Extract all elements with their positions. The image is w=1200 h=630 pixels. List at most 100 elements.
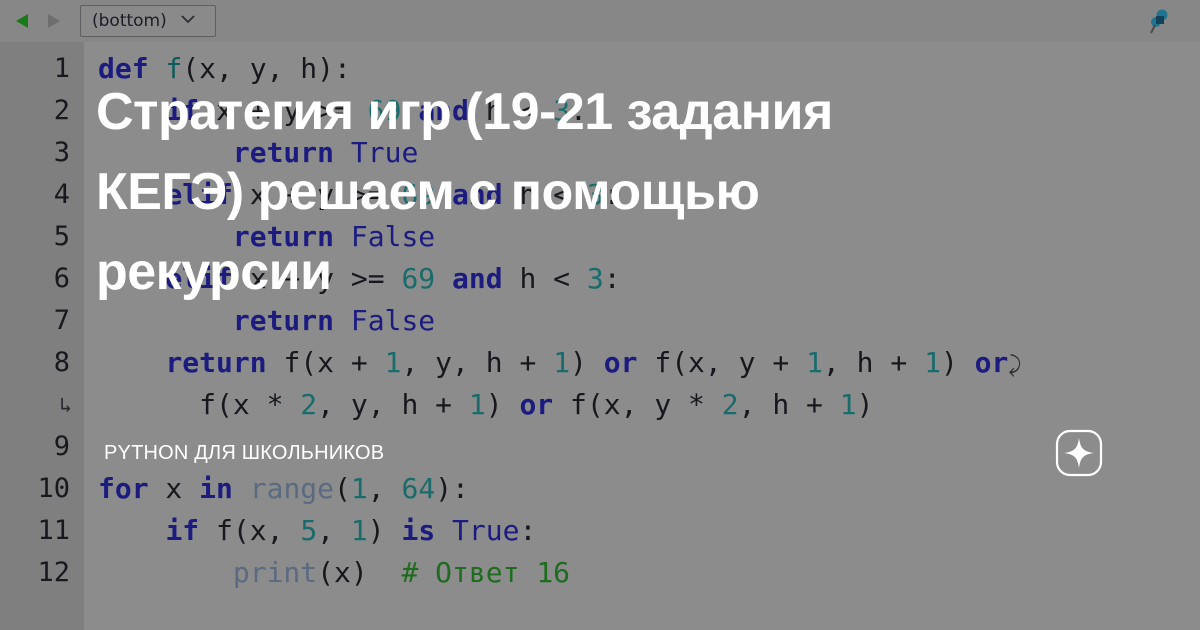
code-token: x + y >= (232, 262, 402, 295)
code-line: f(x * 2, y, h + 1) or f(x, y * 2, h + 1) (98, 384, 1200, 426)
code-line: elif x + y >= 69 and h < 3: (98, 174, 1200, 216)
code-token: 69 (367, 94, 402, 127)
line-number: 5 (53, 221, 70, 252)
code-token: ) (485, 388, 520, 421)
code-token: x (148, 472, 200, 505)
code-token: : (570, 94, 587, 127)
code-token: x + y >= (199, 94, 368, 127)
code-token: 2 (721, 388, 739, 421)
chevron-down-icon (179, 12, 197, 30)
code-token: in (199, 472, 233, 505)
code-token: (x, y, h): (182, 52, 351, 85)
code-token: h < (502, 262, 587, 295)
code-token: , (317, 514, 351, 547)
code-token: and (452, 262, 503, 295)
code-token: or (519, 388, 554, 421)
code-token: return (232, 304, 335, 337)
code-token: , h + (822, 346, 925, 379)
code-token: 69 (401, 178, 436, 211)
code-token: 5 (300, 514, 318, 547)
code-token: 1 (806, 346, 823, 379)
code-token: print (232, 556, 318, 589)
code-line: return False (98, 300, 1200, 342)
triangle-left-icon (13, 11, 33, 31)
code-token: return (165, 346, 267, 379)
brand-watermark: PYTHON ДЛЯ ШКОЛЬНИКОВ (104, 442, 385, 464)
line-number: 7 (53, 305, 70, 336)
screenshot-root: (bottom) 1 2 3 4 5 6 7 8 ↳ 9 10 11 12 def f(x, y, h)… (0, 0, 1200, 630)
line-number: 2 (53, 95, 70, 126)
line-number: 4 (53, 179, 70, 210)
code-line: return True (98, 132, 1200, 174)
code-line: for x in range(1, 64): (98, 468, 1200, 510)
code-token: 1 (553, 346, 571, 379)
code-area[interactable]: def f(x, y, h): if x + y >= 69 and h < 3… (84, 42, 1200, 630)
code-token: h < (502, 178, 587, 211)
code-token: 1 (350, 472, 368, 505)
line-wrap-arrow-icon: ⤸ (1008, 353, 1022, 378)
code-token: f(x, (199, 514, 301, 547)
back-button[interactable] (8, 6, 38, 36)
code-token: 3 (553, 94, 571, 127)
code-token: ) (367, 514, 402, 547)
code-token: (x) (317, 556, 402, 589)
code-token: range (249, 472, 335, 505)
code-token: elif (165, 262, 233, 295)
code-token: 3 (586, 178, 604, 211)
code-token: False (350, 304, 436, 337)
code-token: , y, h + (401, 346, 554, 379)
line-number: 6 (53, 263, 70, 294)
code-token: f(x * (98, 388, 301, 421)
code-token: and (418, 94, 469, 127)
bookmark-dropdown[interactable]: (bottom) (80, 5, 216, 37)
code-token: : (519, 514, 537, 547)
code-token: : (603, 262, 621, 295)
code-token: f(x + (266, 346, 385, 379)
pin-button[interactable] (1144, 6, 1174, 38)
forward-button[interactable] (38, 6, 68, 36)
code-token: ) (570, 346, 604, 379)
triangle-right-icon (43, 11, 63, 31)
code-token: f (165, 52, 183, 85)
code-token: ( (334, 472, 351, 505)
code-token: , h + (738, 388, 840, 421)
code-line: if x + y >= 69 and h < 3: (98, 90, 1200, 132)
code-token: h < (468, 94, 554, 127)
code-token: 3 (586, 262, 604, 295)
line-number: 11 (37, 515, 70, 546)
pushpin-icon (1144, 9, 1174, 42)
line-number: 3 (53, 137, 70, 168)
code-token: ) (940, 346, 975, 379)
line-number: 12 (37, 557, 70, 588)
toolbar: (bottom) (0, 0, 1200, 42)
ai-sparkle-badge[interactable] (1054, 428, 1104, 478)
code-token: x + y >= (232, 178, 402, 211)
code-line: return f(x + 1, y, h + 1) or f(x, y + 1,… (98, 342, 1200, 384)
line-number: 8 (53, 347, 70, 378)
code-token: and (452, 178, 503, 211)
code-token: def (98, 52, 166, 85)
line-number: 9 (53, 431, 70, 462)
code-token: ) (856, 388, 874, 421)
code-token: f(x, y * (553, 388, 722, 421)
bookmark-dropdown-value: (bottom) (92, 10, 167, 31)
code-token: 1 (350, 514, 368, 547)
code-token: if (165, 514, 200, 547)
code-token: 1 (468, 388, 486, 421)
code-token: : (603, 178, 621, 211)
line-number: 10 (37, 473, 70, 504)
